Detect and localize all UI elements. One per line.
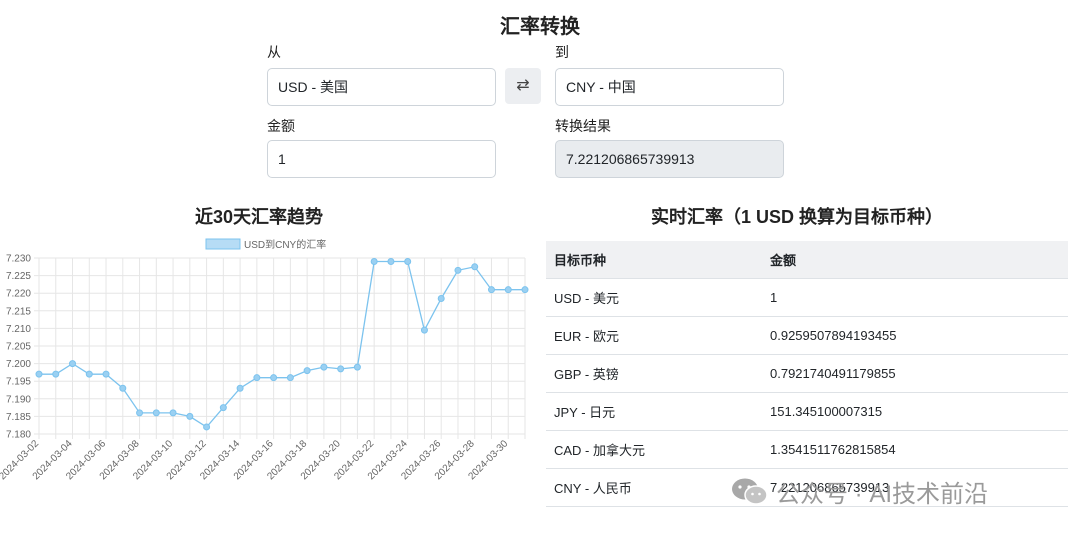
y-tick-label: 7.230 (6, 254, 31, 265)
page-title: 汇率转换 (500, 16, 580, 38)
table-section-title: 实时汇率（1 USD 换算为目标币种） (651, 207, 944, 227)
result-label: 转换结果 (555, 118, 611, 134)
exchange-rates-table: 目标币种 金额 USD - 美元 1 EUR - 欧元 0.9259507894… (546, 241, 1068, 507)
table-row: USD - 美元 1 (546, 278, 1068, 317)
amount-label: 金额 (267, 118, 295, 134)
to-label: 到 (555, 44, 569, 60)
data-point (437, 294, 445, 302)
y-tick-label: 7.185 (6, 412, 31, 423)
currency-cell: GBP - 英镑 (546, 354, 762, 393)
currency-cell: CAD - 加拿大元 (546, 430, 762, 469)
data-points (35, 258, 529, 431)
y-tick-label: 7.225 (6, 271, 31, 282)
result-output: 7.221206865739913 (555, 140, 784, 178)
table-row: GBP - 英镑 0.7921740491179855 (546, 354, 1068, 393)
swap-icon: ⇄ (516, 77, 530, 94)
amount-cell: 151.345100007315 (762, 392, 1068, 431)
data-point (102, 370, 110, 378)
chart-gridlines (34, 257, 526, 439)
data-point (504, 286, 512, 294)
swap-currencies-button[interactable]: ⇄ (505, 68, 541, 104)
data-point (387, 258, 395, 266)
data-point (420, 326, 428, 334)
table-row: JPY - 日元 151.345100007315 (546, 392, 1068, 431)
y-tick-label: 7.220 (6, 289, 31, 300)
data-point (487, 286, 495, 294)
series-line (39, 260, 525, 428)
y-tick-label: 7.195 (6, 377, 31, 388)
currency-cell: JPY - 日元 (546, 392, 762, 431)
data-point (186, 412, 194, 420)
data-point (35, 370, 43, 378)
chart-legend: USD到CNY的汇率 (205, 238, 326, 251)
amount-cell: 1.3541511762815854 (762, 430, 1068, 469)
data-point (85, 370, 93, 378)
data-point (152, 409, 160, 417)
column-header-currency: 目标币种 (546, 241, 762, 279)
table-row: EUR - 欧元 0.9259507894193455 (546, 316, 1068, 355)
data-point (219, 404, 227, 412)
data-point (52, 370, 60, 378)
data-point (119, 384, 127, 392)
legend-label: USD到CNY的汇率 (244, 238, 326, 251)
currency-cell: EUR - 欧元 (546, 316, 762, 355)
data-point (69, 360, 77, 368)
column-header-amount: 金额 (762, 241, 1068, 279)
legend-swatch (205, 238, 241, 250)
y-tick-label: 7.180 (6, 430, 31, 441)
amount-cell: 0.9259507894193455 (762, 316, 1068, 355)
data-point (337, 365, 345, 373)
y-tick-label: 7.200 (6, 359, 31, 370)
data-point (236, 384, 244, 392)
data-point (454, 266, 462, 274)
currency-cell: USD - 美元 (546, 278, 762, 317)
data-point (353, 363, 361, 371)
data-point (471, 263, 479, 271)
data-point (286, 374, 294, 382)
y-tick-label: 7.190 (6, 394, 31, 405)
data-point (404, 258, 412, 266)
from-currency-select[interactable]: USD - 美国 (267, 68, 496, 106)
y-tick-label: 7.215 (6, 306, 31, 317)
data-point (253, 374, 261, 382)
data-point (303, 367, 311, 375)
exchange-rate-line-chart: 7.180 7.185 7.190 7.195 7.200 7.205 7.210 7.215… (0, 238, 529, 482)
table-header-row: 目标币种 金额 (546, 241, 1068, 279)
amount-cell: 1 (762, 278, 1068, 317)
data-point (169, 409, 177, 417)
watermark-text: 公众号 · AI技术前沿 (776, 481, 989, 508)
y-tick-label: 7.210 (6, 324, 31, 335)
data-point (136, 409, 144, 417)
chart-section-title: 近30天汇率趋势 (195, 207, 324, 227)
watermark: 公众号 · AI技术前沿 (730, 474, 988, 509)
wechat-icon (732, 478, 768, 505)
from-label: 从 (267, 44, 281, 60)
data-point (320, 363, 328, 371)
table-row: CAD - 加拿大元 1.3541511762815854 (546, 430, 1068, 469)
y-axis-ticks: 7.180 7.185 7.190 7.195 7.200 7.205 7.210 7.215… (6, 254, 31, 441)
y-tick-label: 7.205 (6, 342, 31, 353)
x-axis-ticks: 2024-03-022024-03-042024-03-062024-03-08… (0, 438, 511, 482)
data-point (370, 258, 378, 266)
data-point (521, 286, 529, 294)
data-point (270, 374, 278, 382)
data-point (203, 423, 211, 431)
amount-input[interactable]: 1 (267, 140, 496, 178)
to-currency-select[interactable]: CNY - 中国 (555, 68, 784, 106)
amount-cell: 0.7921740491179855 (762, 354, 1068, 393)
